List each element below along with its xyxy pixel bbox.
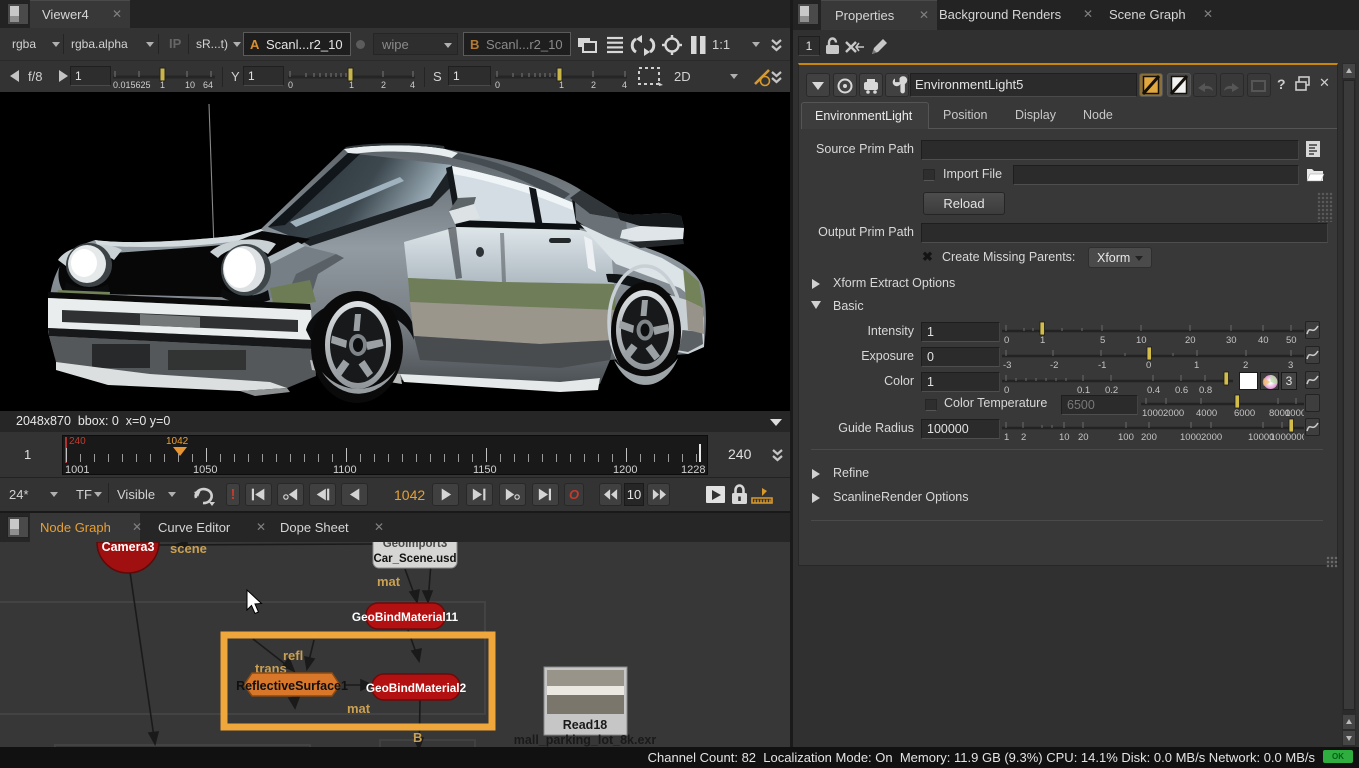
- svg-text:3: 3: [1288, 360, 1293, 369]
- svg-text:0: 0: [1004, 385, 1009, 394]
- svg-text:30: 30: [1226, 335, 1237, 344]
- svg-text:0: 0: [1146, 360, 1151, 369]
- svg-text:4: 4: [410, 80, 415, 90]
- svg-text:GeoImport3: GeoImport3: [383, 542, 448, 550]
- svg-text:mall_parking_lot_8k.exr: mall_parking_lot_8k.exr: [514, 733, 657, 747]
- svg-text:GeoBindMaterial2: GeoBindMaterial2: [366, 681, 467, 695]
- svg-text:B: B: [413, 730, 422, 745]
- svg-text:0: 0: [495, 80, 500, 90]
- svg-text:2: 2: [1243, 360, 1248, 369]
- svg-text:Car_Scene.usd: Car_Scene.usd: [373, 553, 456, 565]
- svg-text:2: 2: [381, 80, 386, 90]
- svg-text:1: 1: [1194, 360, 1199, 369]
- svg-text:1: 1: [349, 80, 354, 90]
- svg-text:-3: -3: [1003, 360, 1011, 369]
- svg-text:4: 4: [622, 80, 627, 90]
- svg-text:1: 1: [160, 80, 165, 90]
- svg-text:20: 20: [1185, 335, 1196, 344]
- svg-text:mat: mat: [347, 701, 371, 716]
- svg-text:-2: -2: [1050, 360, 1058, 369]
- svg-text:4000: 4000: [1196, 408, 1217, 417]
- svg-text:6000: 6000: [1234, 408, 1255, 417]
- svg-text:10: 10: [1059, 432, 1070, 441]
- svg-text:1: 1: [559, 80, 564, 90]
- svg-text:0: 0: [1004, 335, 1009, 344]
- svg-text:Camera3: Camera3: [102, 542, 155, 554]
- svg-text:-1: -1: [1098, 360, 1106, 369]
- svg-text:20: 20: [1078, 432, 1089, 441]
- svg-text:2: 2: [1021, 432, 1026, 441]
- svg-text:mat: mat: [377, 574, 401, 589]
- svg-text:5: 5: [1100, 335, 1105, 344]
- svg-text:0.1: 0.1: [1077, 385, 1090, 394]
- svg-text:Read18: Read18: [563, 718, 608, 732]
- svg-text:200: 200: [1141, 432, 1157, 441]
- svg-text:1000: 1000: [1142, 408, 1163, 417]
- svg-text:2000: 2000: [1163, 408, 1184, 417]
- svg-text:scene: scene: [170, 542, 207, 556]
- svg-text:100: 100: [1118, 432, 1134, 441]
- svg-text:2000: 2000: [1201, 432, 1222, 441]
- svg-text:0: 0: [288, 80, 293, 90]
- svg-text:ReflectiveSurface1: ReflectiveSurface1: [236, 679, 348, 693]
- svg-text:50: 50: [1286, 335, 1297, 344]
- svg-text:0.015625: 0.015625: [113, 80, 151, 90]
- svg-text:0.2: 0.2: [1105, 385, 1118, 394]
- svg-text:2: 2: [591, 80, 596, 90]
- svg-text:1: 1: [1040, 335, 1045, 344]
- svg-text:1: 1: [1004, 432, 1009, 441]
- svg-text:GeoBindMaterial11: GeoBindMaterial11: [352, 610, 459, 624]
- svg-text:10: 10: [185, 80, 195, 90]
- svg-text:10: 10: [1136, 335, 1147, 344]
- svg-text:40: 40: [1258, 335, 1269, 344]
- svg-text:1000000: 1000000: [1270, 432, 1304, 441]
- svg-text:64: 64: [203, 80, 213, 90]
- svg-text:1000: 1000: [1180, 432, 1201, 441]
- svg-text:10000: 10000: [1285, 408, 1304, 417]
